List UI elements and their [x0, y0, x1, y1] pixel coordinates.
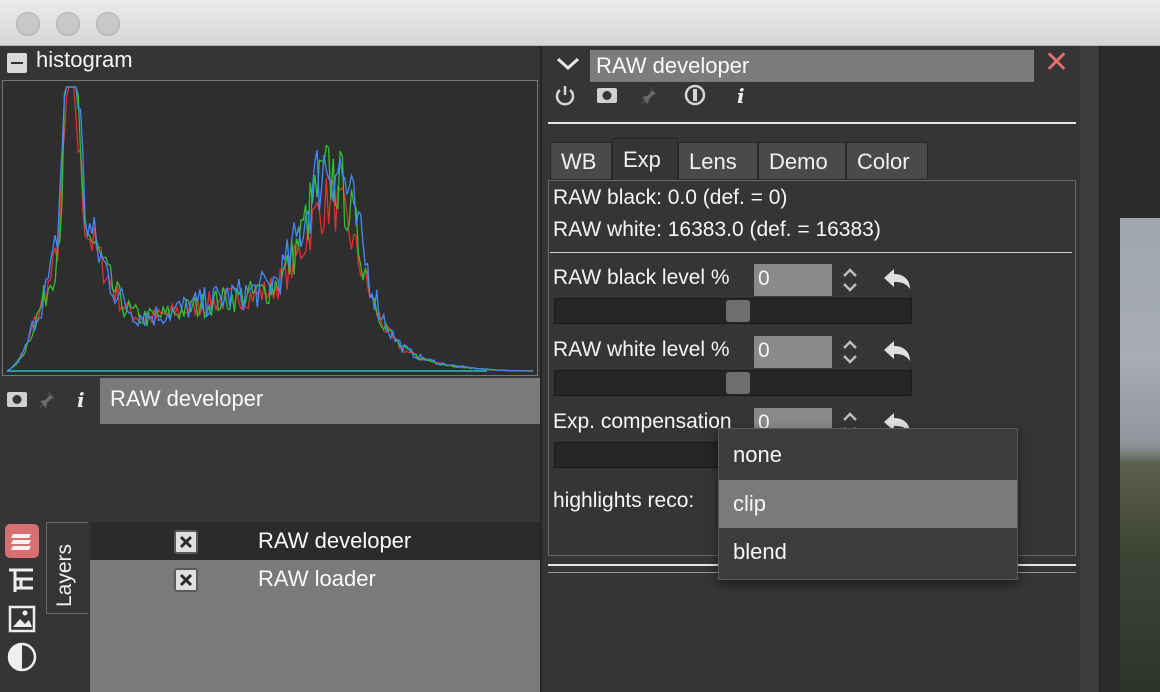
histogram-collapse-button[interactable]	[7, 53, 27, 73]
close-module-button[interactable]: ✕	[1044, 48, 1069, 78]
layers-list: RAW developer RAW loader	[90, 522, 540, 692]
exp-compensation-label: Exp. compensation	[553, 410, 732, 433]
layers-tab-label: Layers	[53, 543, 76, 607]
slider-knob[interactable]	[726, 300, 750, 322]
layers-area: Layers RAW developer RAW loader	[0, 520, 540, 692]
module-separator	[548, 122, 1076, 124]
reset-icon[interactable]	[882, 267, 912, 293]
power-icon[interactable]	[554, 84, 576, 106]
tab-layers[interactable]: Layers	[46, 522, 88, 614]
tab-exp[interactable]: Exp	[612, 138, 678, 180]
checkbox-x-icon	[179, 535, 193, 549]
checkbox-x-icon	[179, 573, 193, 587]
dropdown-option-clip[interactable]: clip	[719, 480, 1017, 528]
svg-text:i: i	[737, 84, 745, 106]
opacity-icon[interactable]	[684, 84, 706, 106]
spin-arrows-icon[interactable]	[840, 337, 860, 367]
layer-row-raw-loader[interactable]: RAW loader	[90, 560, 540, 598]
layer-visibility-checkbox[interactable]	[174, 568, 198, 592]
tab-wb[interactable]: WB	[550, 142, 612, 180]
info-separator	[550, 252, 1072, 253]
panel-scrollbar[interactable]	[1080, 46, 1100, 692]
histogram-graph	[6, 86, 533, 372]
module-panel: RAW developer ✕ i WB Exp Lens Demo Color…	[540, 46, 1080, 692]
snapshot-icon[interactable]	[6, 388, 28, 410]
raw-black-info: RAW black: 0.0 (def. = 0)	[553, 186, 788, 209]
raw-white-level-label: RAW white level %	[553, 338, 730, 361]
svg-text:i: i	[77, 388, 85, 410]
close-window-button[interactable]	[16, 12, 40, 36]
side-toolbar	[0, 520, 44, 692]
layer-label: RAW loader	[258, 566, 376, 591]
dropdown-option-none[interactable]: none	[719, 431, 1017, 479]
info-icon[interactable]: i	[70, 388, 92, 410]
window-titlebar	[0, 0, 1160, 46]
spin-arrows-icon[interactable]	[840, 265, 860, 295]
tree-icon[interactable]	[5, 564, 39, 598]
raw-black-level-slider[interactable]	[554, 298, 912, 324]
raw-white-level-input[interactable]: 0	[754, 336, 832, 368]
contrast-icon[interactable]	[5, 640, 39, 674]
minimize-window-button[interactable]	[56, 12, 80, 36]
chevron-down-icon[interactable]	[556, 54, 580, 74]
layer-row-raw-developer[interactable]: RAW developer	[90, 522, 540, 560]
zoom-window-button[interactable]	[96, 12, 120, 36]
layers-icon[interactable]	[5, 524, 39, 558]
histogram-blue-channel	[6, 86, 533, 372]
image-icon[interactable]	[5, 602, 39, 636]
raw-white-level-slider[interactable]	[554, 370, 912, 396]
left-panel: histogram i RAW developer Layers RAW dev…	[0, 46, 540, 692]
highlights-reco-label: highlights reco:	[553, 489, 695, 512]
snapshot-icon[interactable]	[596, 84, 618, 106]
tab-lens[interactable]: Lens	[678, 142, 758, 180]
info-icon[interactable]: i	[730, 84, 752, 106]
tab-demo[interactable]: Demo	[758, 142, 846, 180]
current-layer-name: RAW developer	[100, 378, 540, 424]
pin-icon[interactable]	[38, 388, 60, 410]
histogram-plot	[2, 80, 538, 376]
image-preview	[1120, 218, 1160, 692]
raw-black-level-input[interactable]: 0	[754, 264, 832, 296]
layer-visibility-checkbox[interactable]	[174, 530, 198, 554]
raw-white-info: RAW white: 16383.0 (def. = 16383)	[553, 218, 881, 241]
raw-black-level-label: RAW black level %	[553, 266, 730, 289]
slider-knob[interactable]	[726, 372, 750, 394]
highlights-reco-dropdown: none clip blend	[718, 428, 1018, 580]
dropdown-option-blend[interactable]: blend	[719, 528, 1017, 576]
module-title: RAW developer	[590, 50, 1034, 82]
reset-icon[interactable]	[882, 339, 912, 365]
layer-label: RAW developer	[258, 528, 412, 553]
tab-color[interactable]: Color	[846, 142, 928, 180]
histogram-title: histogram	[36, 47, 133, 72]
pin-icon[interactable]	[640, 84, 662, 106]
image-preview-area	[1080, 46, 1160, 692]
